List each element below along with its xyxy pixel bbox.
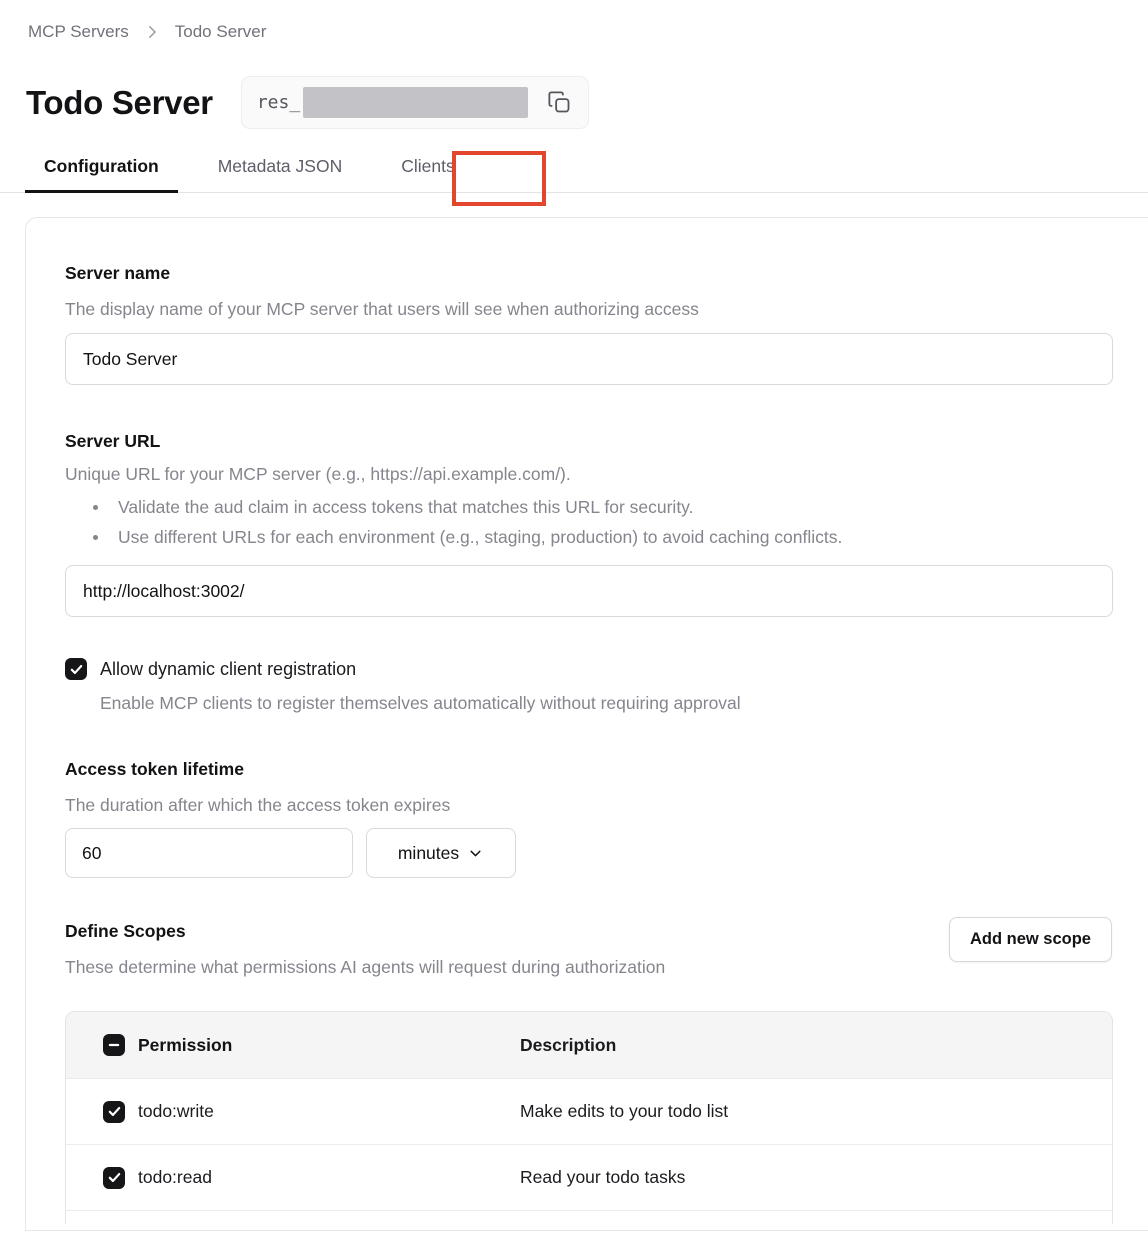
dynamic-registration-description: Enable MCP clients to register themselve… bbox=[100, 692, 1112, 714]
scopes-table-header-row: Permission Description bbox=[66, 1012, 1112, 1078]
server-name-field: Server name The display name of your MCP… bbox=[65, 262, 1112, 385]
scopes-label: Define Scopes bbox=[65, 920, 665, 942]
select-all-checkbox[interactable] bbox=[103, 1034, 125, 1056]
scope-description: Read your todo tasks bbox=[520, 1167, 1112, 1188]
breadcrumb: MCP Servers Todo Server bbox=[0, 0, 1148, 42]
bullet-dot-icon bbox=[93, 535, 98, 540]
bullet-dot-icon bbox=[93, 505, 98, 510]
server-url-tips: Validate the aud claim in access tokens … bbox=[65, 492, 1112, 552]
permission-column-header: Permission bbox=[138, 1035, 232, 1056]
dynamic-registration-field: Allow dynamic client registration Enable… bbox=[65, 658, 1112, 714]
scope-checkbox[interactable] bbox=[103, 1101, 125, 1123]
description-column-header: Description bbox=[520, 1035, 1112, 1056]
server-url-tip: Validate the aud claim in access tokens … bbox=[65, 492, 1112, 522]
token-lifetime-input[interactable] bbox=[65, 828, 353, 878]
token-lifetime-label: Access token lifetime bbox=[65, 758, 1112, 780]
scopes-section-header: Define Scopes These determine what permi… bbox=[65, 920, 1112, 978]
token-lifetime-unit-value: minutes bbox=[398, 843, 459, 864]
resource-id-prefix: res_ bbox=[257, 92, 300, 113]
chevron-right-icon bbox=[143, 23, 161, 41]
tab-bar: Configuration Metadata JSON Clients bbox=[0, 156, 1148, 193]
table-row-cutoff bbox=[66, 1210, 1112, 1224]
chevron-down-icon bbox=[467, 845, 484, 862]
token-lifetime-unit-select[interactable]: minutes bbox=[366, 828, 516, 878]
scope-description: Make edits to your todo list bbox=[520, 1101, 1112, 1122]
add-new-scope-button[interactable]: Add new scope bbox=[949, 917, 1112, 962]
resource-id-chip: res_ bbox=[241, 76, 589, 129]
page-title: Todo Server bbox=[26, 84, 213, 122]
breadcrumb-mcp-servers[interactable]: MCP Servers bbox=[28, 22, 129, 42]
scope-permission: todo:read bbox=[138, 1167, 212, 1188]
server-url-tip-text: Use different URLs for each environment … bbox=[118, 522, 842, 552]
dynamic-registration-checkbox[interactable] bbox=[65, 658, 87, 680]
table-row: todo:read Read your todo tasks bbox=[66, 1144, 1112, 1210]
configuration-panel: Server name The display name of your MCP… bbox=[25, 217, 1148, 1231]
page-header: Todo Server res_ bbox=[26, 76, 1148, 129]
resource-id-redacted-value bbox=[303, 87, 528, 118]
scopes-table: Permission Description todo:write Make e… bbox=[65, 1011, 1113, 1224]
tab-clients[interactable]: Clients bbox=[382, 156, 474, 192]
breadcrumb-todo-server: Todo Server bbox=[175, 22, 267, 42]
server-url-field: Server URL Unique URL for your MCP serve… bbox=[65, 430, 1112, 617]
token-lifetime-field: Access token lifetime The duration after… bbox=[65, 758, 1112, 878]
server-url-tip: Use different URLs for each environment … bbox=[65, 522, 1112, 552]
server-name-input[interactable] bbox=[65, 333, 1113, 385]
dynamic-registration-label[interactable]: Allow dynamic client registration bbox=[100, 659, 356, 680]
server-url-tip-text: Validate the aud claim in access tokens … bbox=[118, 492, 694, 522]
scope-permission: todo:write bbox=[138, 1101, 214, 1122]
token-lifetime-description: The duration after which the access toke… bbox=[65, 794, 1112, 816]
copy-icon[interactable] bbox=[546, 89, 573, 116]
scope-checkbox[interactable] bbox=[103, 1167, 125, 1189]
scopes-description: These determine what permissions AI agen… bbox=[65, 956, 665, 978]
server-name-label: Server name bbox=[65, 262, 1112, 284]
tab-configuration[interactable]: Configuration bbox=[25, 156, 178, 192]
table-row: todo:write Make edits to your todo list bbox=[66, 1078, 1112, 1144]
server-url-label: Server URL bbox=[65, 430, 1112, 452]
server-name-description: The display name of your MCP server that… bbox=[65, 298, 1112, 320]
server-url-description: Unique URL for your MCP server (e.g., ht… bbox=[65, 463, 1112, 485]
tab-metadata-json[interactable]: Metadata JSON bbox=[199, 156, 362, 192]
server-url-input[interactable] bbox=[65, 565, 1113, 617]
